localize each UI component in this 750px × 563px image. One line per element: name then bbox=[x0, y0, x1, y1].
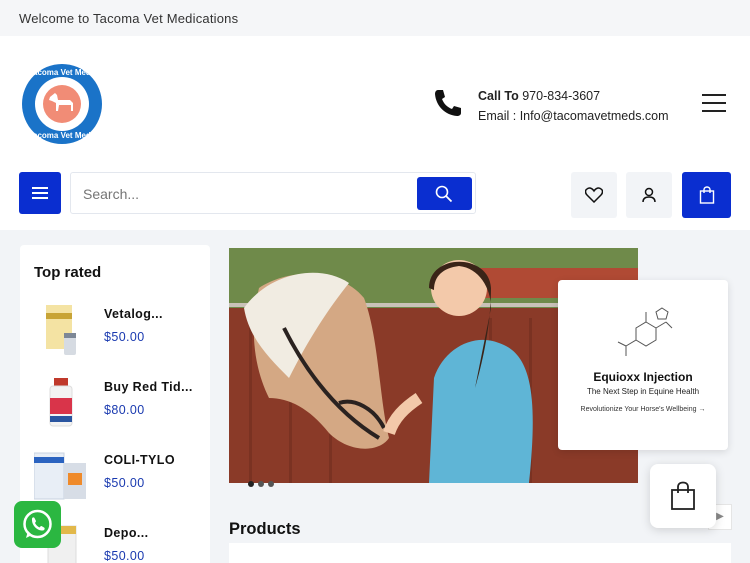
welcome-text: Welcome to Tacoma Vet Medications bbox=[19, 11, 239, 26]
promo-title: Equioxx Injection bbox=[593, 370, 693, 384]
promo-subtitle: The Next Step in Equine Health bbox=[586, 387, 700, 396]
search-input[interactable] bbox=[83, 183, 403, 205]
product-thumbnail[interactable] bbox=[34, 303, 90, 359]
top-bar: Welcome to Tacoma Vet Medications bbox=[0, 0, 750, 36]
heart-icon bbox=[585, 187, 603, 203]
widget-title: Top rated bbox=[34, 264, 102, 281]
slider-dots[interactable] bbox=[248, 474, 278, 492]
product-name[interactable]: Depo... bbox=[104, 526, 200, 540]
molecule-structure-image bbox=[617, 307, 673, 356]
search-button[interactable] bbox=[417, 177, 472, 210]
user-icon bbox=[642, 187, 656, 203]
horse-icon bbox=[49, 93, 73, 111]
products-section-title: Products bbox=[229, 520, 301, 538]
product-price: $50.00 bbox=[104, 549, 145, 563]
call-label: Call To bbox=[478, 89, 519, 103]
promo-link[interactable]: Revolutionize Your Horse's Wellbeing → bbox=[578, 404, 708, 416]
product-thumbnail[interactable] bbox=[34, 449, 90, 505]
phone-number[interactable]: 970-834-3607 bbox=[522, 89, 600, 103]
product-name[interactable]: Vetalog... bbox=[104, 307, 200, 321]
logo-text-bottom: Tacoma Vet Meds bbox=[28, 131, 96, 140]
list-item[interactable]: Buy Red Tid... $80.00 bbox=[34, 376, 204, 436]
wishlist-button[interactable] bbox=[571, 172, 617, 218]
logo-text-top: Tacoma Vet Meds bbox=[28, 68, 96, 77]
cart-button[interactable] bbox=[682, 172, 731, 218]
category-menu-button[interactable] bbox=[19, 172, 61, 214]
search-icon bbox=[435, 185, 453, 203]
phone-icon bbox=[435, 90, 461, 116]
whatsapp-chat-button[interactable] bbox=[14, 501, 61, 548]
site-logo[interactable]: Tacoma Vet Meds Tacoma Vet Meds bbox=[22, 64, 102, 144]
hamburger-menu-icon[interactable] bbox=[702, 94, 726, 112]
email-address[interactable]: Info@tacomavetmeds.com bbox=[520, 109, 669, 123]
shopping-bag-icon bbox=[699, 186, 714, 204]
account-button[interactable] bbox=[626, 172, 672, 218]
contact-info: Call To 970-834-3607 Email : Info@tacoma… bbox=[478, 86, 669, 126]
product-name[interactable]: COLI-TYLO bbox=[104, 453, 200, 467]
whatsapp-icon bbox=[23, 509, 52, 539]
site-header: Tacoma Vet Meds Tacoma Vet Meds Call To … bbox=[0, 36, 750, 230]
products-grid bbox=[229, 543, 731, 563]
product-name[interactable]: Buy Red Tid... bbox=[104, 380, 200, 394]
product-thumbnail[interactable] bbox=[34, 376, 90, 432]
search-bar bbox=[70, 172, 476, 214]
floating-cart-button[interactable] bbox=[650, 464, 716, 528]
shopping-bag-icon bbox=[671, 481, 695, 510]
product-price: $80.00 bbox=[104, 403, 145, 417]
promo-card[interactable]: Equioxx Injection The Next Step in Equin… bbox=[558, 280, 728, 450]
email-label: Email : bbox=[478, 109, 517, 123]
list-item[interactable]: COLI-TYLO $50.00 bbox=[34, 449, 204, 509]
list-item[interactable]: Vetalog... $50.00 bbox=[34, 303, 204, 363]
product-price: $50.00 bbox=[104, 476, 145, 490]
product-price: $50.00 bbox=[104, 330, 145, 344]
